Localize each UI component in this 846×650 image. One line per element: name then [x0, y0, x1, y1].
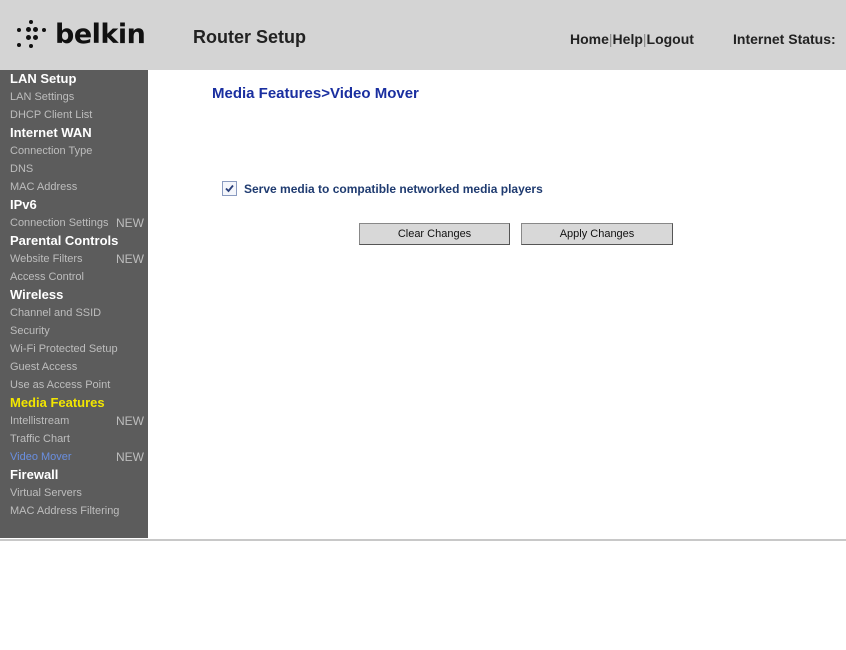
brand-name: belkin — [55, 18, 146, 50]
sidebar-item-label: Intellistream — [10, 415, 70, 427]
clear-changes-button[interactable]: Clear Changes — [359, 223, 510, 245]
sidebar-item-label: Wi-Fi Protected Setup — [10, 343, 118, 355]
sidebar-heading: Wireless — [10, 287, 64, 302]
sidebar-item[interactable]: Guest Access — [0, 358, 148, 376]
sidebar-item-label: Connection Settings — [10, 217, 109, 229]
sidebar-item[interactable]: DHCP Client List — [0, 106, 148, 124]
sidebar-item[interactable]: MAC Address — [0, 178, 148, 196]
sidebar-item-label: Channel and SSID — [10, 307, 102, 319]
sidebar-item[interactable]: Access Control — [0, 268, 148, 286]
sidebar-heading: Firewall — [10, 467, 59, 482]
sidebar-item[interactable]: Connection Type — [0, 142, 148, 160]
sidebar-item-label: LAN Settings — [10, 91, 75, 103]
sidebar-item[interactable]: Virtual Servers — [0, 484, 148, 502]
page-title: Media Features>Video Mover — [212, 85, 419, 102]
new-badge: NEW — [116, 252, 144, 266]
apply-changes-button[interactable]: Apply Changes — [521, 223, 673, 245]
new-badge: NEW — [116, 216, 144, 230]
belkin-logo[interactable]: belkin — [15, 14, 146, 54]
sidebar-item-label: Security — [10, 325, 50, 337]
serve-media-checkbox[interactable] — [222, 181, 237, 196]
top-nav: Home|Help|Logout — [570, 31, 694, 47]
sidebar-item[interactable]: Video Mover NEW — [0, 448, 148, 466]
logout-link[interactable]: Logout — [647, 31, 694, 47]
sidebar-item-label: Virtual Servers — [10, 487, 82, 499]
sidebar-item-label: Traffic Chart — [10, 433, 70, 445]
sidebar-heading: IPv6 — [10, 197, 37, 212]
sidebar-item[interactable]: Connection Settings NEW — [0, 214, 148, 232]
sidebar-item[interactable]: DNS — [0, 160, 148, 178]
sidebar-item[interactable]: Website Filters NEW — [0, 250, 148, 268]
help-link[interactable]: Help — [613, 31, 643, 47]
sidebar-item-label: Connection Type — [10, 145, 93, 157]
page-header-title: Router Setup — [193, 27, 307, 47]
divider — [0, 539, 846, 541]
header: belkin Router Setup Home|Help|Logout Int… — [0, 0, 846, 70]
sidebar-item[interactable]: LAN Settings — [0, 88, 148, 106]
sidebar-heading: Media Features — [10, 395, 105, 410]
sidebar-item[interactable]: Security — [0, 322, 148, 340]
sidebar-item-label: DHCP Client List — [10, 109, 93, 121]
sidebar-item[interactable]: Intellistream NEW — [0, 412, 148, 430]
serve-media-option: Serve media to compatible networked medi… — [222, 181, 543, 196]
sidebar-item[interactable]: Channel and SSID — [0, 304, 148, 322]
serve-media-label: Serve media to compatible networked medi… — [244, 181, 543, 196]
new-badge: NEW — [116, 450, 144, 464]
sidebar-item-label: Website Filters — [10, 253, 83, 265]
sidebar-item-label: MAC Address Filtering — [10, 505, 120, 517]
sidebar-item-label: Use as Access Point — [10, 379, 111, 391]
sidebar-item-label: Video Mover — [10, 451, 72, 463]
sidebar-item[interactable]: Use as Access Point — [0, 376, 148, 394]
sidebar-item[interactable]: Wi-Fi Protected Setup — [0, 340, 148, 358]
sidebar-item[interactable]: MAC Address Filtering — [0, 502, 148, 520]
belkin-dots-icon — [15, 18, 47, 50]
sidebar-item[interactable]: Traffic Chart — [0, 430, 148, 448]
sidebar: LAN Setup LAN Settings DHCP Client List Int… — [0, 70, 148, 538]
sidebar-heading: Parental Controls — [10, 233, 119, 248]
sidebar-heading: Internet WAN — [10, 125, 92, 140]
home-link[interactable]: Home — [570, 31, 609, 47]
sidebar-heading: LAN Setup — [10, 71, 77, 86]
sidebar-item-label: Guest Access — [10, 361, 78, 373]
internet-status-label: Internet Status: — [733, 31, 836, 47]
checkmark-icon — [225, 184, 234, 193]
new-badge: NEW — [116, 414, 144, 428]
sidebar-item-label: DNS — [10, 163, 34, 175]
sidebar-item-label: MAC Address — [10, 181, 78, 193]
sidebar-item-label: Access Control — [10, 271, 84, 283]
